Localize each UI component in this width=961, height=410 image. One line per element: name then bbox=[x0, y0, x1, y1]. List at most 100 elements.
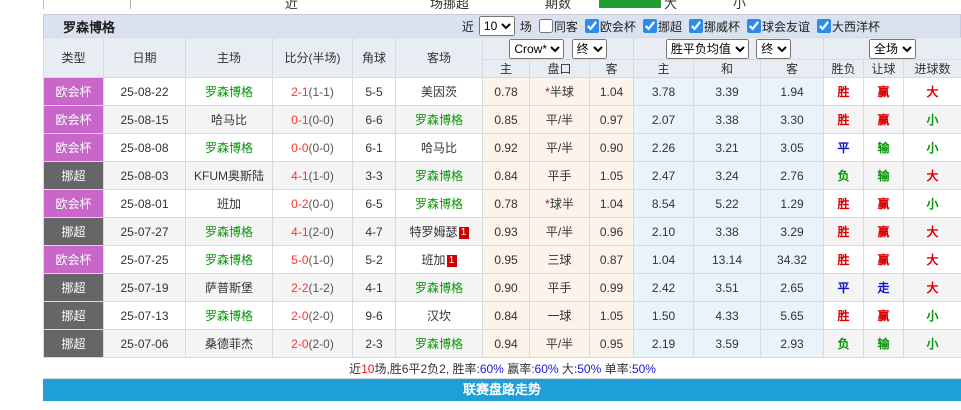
result-handicap: 赢 bbox=[864, 302, 904, 330]
result-handicap: 走 bbox=[864, 274, 904, 302]
eu-draw-odds: 3.38 bbox=[694, 106, 761, 134]
eu-draw-odds: 3.59 bbox=[694, 330, 761, 358]
home-team-link[interactable]: 桑德菲杰 bbox=[186, 330, 273, 358]
divider bbox=[43, 0, 44, 9]
eu-away-odds: 5.65 bbox=[761, 302, 824, 330]
home-team-link[interactable]: 罗森博格 bbox=[186, 134, 273, 162]
result-goals: 小 bbox=[904, 302, 961, 330]
score-cell: 4-1(1-0) bbox=[273, 162, 353, 190]
ah-home-odds: 0.95 bbox=[483, 246, 530, 274]
result-handicap: 赢 bbox=[864, 78, 904, 106]
col-header-date: 日期 bbox=[104, 38, 186, 78]
result-wdl: 胜 bbox=[824, 218, 864, 246]
match-row: 挪超25-07-06桑德菲杰2-0(2-0)2-3罗森博格0.94平/半0.95… bbox=[44, 330, 961, 358]
result-goals: 大 bbox=[904, 246, 961, 274]
record-summary: 近10场,胜6平2负2, 胜率:60% 赢率:60% 大:50% 单率:50% bbox=[44, 358, 961, 379]
eu-away-odds: 1.29 bbox=[761, 190, 824, 218]
result-handicap: 输 bbox=[864, 134, 904, 162]
league-checkbox-eliteserien[interactable] bbox=[643, 19, 657, 33]
recent-count-select[interactable]: 10 bbox=[479, 16, 515, 36]
result-goals: 小 bbox=[904, 106, 961, 134]
away-team-link[interactable]: 罗森博格 bbox=[396, 330, 483, 358]
league-checkbox-norway-cup[interactable] bbox=[689, 19, 703, 33]
bookmaker-state-select[interactable]: 终 bbox=[572, 39, 607, 59]
filter-controls: 近 10 场 同客 欧会杯 挪超 挪威杯 bbox=[462, 16, 952, 36]
ah-line: 三球 bbox=[530, 246, 590, 274]
home-team-link[interactable]: 班加 bbox=[186, 190, 273, 218]
corner-count: 4-1 bbox=[353, 274, 396, 302]
ah-away-odds: 1.05 bbox=[590, 162, 634, 190]
match-row: 欧会杯25-07-25罗森博格5-0(1-0)5-2班加10.95三球0.871… bbox=[44, 246, 961, 274]
ah-line: 平手 bbox=[530, 274, 590, 302]
league-type-badge: 挪超 bbox=[44, 330, 104, 358]
match-row: 挪超25-08-03KFUM奥斯陆4-1(1-0)3-3罗森博格0.84平手1.… bbox=[44, 162, 961, 190]
away-team-link[interactable]: 罗森博格 bbox=[396, 106, 483, 134]
away-team-link[interactable]: 班加1 bbox=[396, 246, 483, 274]
euro-odds-select[interactable]: 胜平负均值 bbox=[666, 39, 749, 59]
result-wdl: 胜 bbox=[824, 78, 864, 106]
euro-odds-state-select[interactable]: 终 bbox=[756, 39, 791, 59]
result-wdl: 胜 bbox=[824, 246, 864, 274]
col-header-away: 客场 bbox=[396, 38, 483, 78]
score-cell: 2-0(2-0) bbox=[273, 330, 353, 358]
away-team-link[interactable]: 特罗姆瑟1 bbox=[396, 218, 483, 246]
ah-away-odds: 0.95 bbox=[590, 330, 634, 358]
home-team-link[interactable]: 罗森博格 bbox=[186, 246, 273, 274]
home-team-link[interactable]: 罗森博格 bbox=[186, 218, 273, 246]
result-wdl: 胜 bbox=[824, 302, 864, 330]
home-team-link[interactable]: KFUM奥斯陆 bbox=[186, 162, 273, 190]
match-date: 25-08-22 bbox=[104, 78, 186, 106]
summary-segment: 场,胜6平2负2, 胜率: bbox=[374, 362, 479, 376]
league-checkbox-europa[interactable] bbox=[585, 19, 599, 33]
league-type-badge: 挪超 bbox=[44, 302, 104, 330]
ah-home-odds: 0.92 bbox=[483, 134, 530, 162]
same-away-checkbox[interactable] bbox=[539, 19, 553, 33]
score-cell: 0-2(0-0) bbox=[273, 190, 353, 218]
away-team-link[interactable]: 罗森博格 bbox=[396, 190, 483, 218]
ah-line: 平/半 bbox=[530, 218, 590, 246]
result-goals: 小 bbox=[904, 330, 961, 358]
league-handicap-trend-button[interactable]: 联赛盘路走势 bbox=[43, 379, 961, 401]
ah-line: *球半 bbox=[530, 190, 590, 218]
eu-draw-odds: 4.33 bbox=[694, 302, 761, 330]
home-team-link[interactable]: 罗森博格 bbox=[186, 78, 273, 106]
eu-draw-odds: 13.14 bbox=[694, 246, 761, 274]
home-team-link[interactable]: 罗森博格 bbox=[186, 302, 273, 330]
result-handicap: 赢 bbox=[864, 190, 904, 218]
clipped-text: 小 bbox=[733, 0, 746, 9]
away-team-link[interactable]: 罗森博格 bbox=[396, 274, 483, 302]
away-team-link[interactable]: 汉坎 bbox=[396, 302, 483, 330]
eu-home-odds: 2.47 bbox=[634, 162, 694, 190]
eu-away-odds: 2.93 bbox=[761, 330, 824, 358]
away-team-link[interactable]: 美因茨 bbox=[396, 78, 483, 106]
euro-odds-dropdowns: 胜平负均值 终 bbox=[634, 38, 824, 60]
summary-segment: 10 bbox=[361, 362, 374, 376]
score-cell: 5-0(1-0) bbox=[273, 246, 353, 274]
subheader-result-handicap: 让球 bbox=[864, 60, 904, 78]
ah-home-odds: 0.93 bbox=[483, 218, 530, 246]
score-cell: 2-1(1-1) bbox=[273, 78, 353, 106]
match-history-table: 类型 日期 主场 比分(半场) 角球 客场 Crow* 终 胜平负均值 终 bbox=[43, 37, 961, 379]
red-card-badge: 1 bbox=[447, 255, 457, 267]
result-goals: 大 bbox=[904, 78, 961, 106]
away-team-link[interactable]: 哈马比 bbox=[396, 134, 483, 162]
match-date: 25-07-13 bbox=[104, 302, 186, 330]
clipped-text: 近 bbox=[285, 0, 298, 9]
eu-away-odds: 34.32 bbox=[761, 246, 824, 274]
score-cell: 2-0(2-0) bbox=[273, 302, 353, 330]
home-team-link[interactable]: 哈马比 bbox=[186, 106, 273, 134]
league-label: 球会友谊 bbox=[762, 18, 810, 35]
home-team-link[interactable]: 萨普斯堡 bbox=[186, 274, 273, 302]
eu-home-odds: 8.54 bbox=[634, 190, 694, 218]
away-team-link[interactable]: 罗森博格 bbox=[396, 162, 483, 190]
ah-home-odds: 0.84 bbox=[483, 162, 530, 190]
ah-away-odds: 0.99 bbox=[590, 274, 634, 302]
match-row: 欧会杯25-08-22罗森博格2-1(1-1)5-5美因茨0.78*半球1.04… bbox=[44, 78, 961, 106]
league-type-badge: 挪超 bbox=[44, 162, 104, 190]
league-checkbox-friendly[interactable] bbox=[747, 19, 761, 33]
asian-handicap-dropdowns: Crow* 终 bbox=[483, 38, 634, 60]
bookmaker-select[interactable]: Crow* bbox=[509, 39, 564, 59]
ah-line: 平/半 bbox=[530, 106, 590, 134]
scope-select[interactable]: 全场 bbox=[869, 39, 916, 59]
league-checkbox-atlantic-cup[interactable] bbox=[817, 19, 831, 33]
